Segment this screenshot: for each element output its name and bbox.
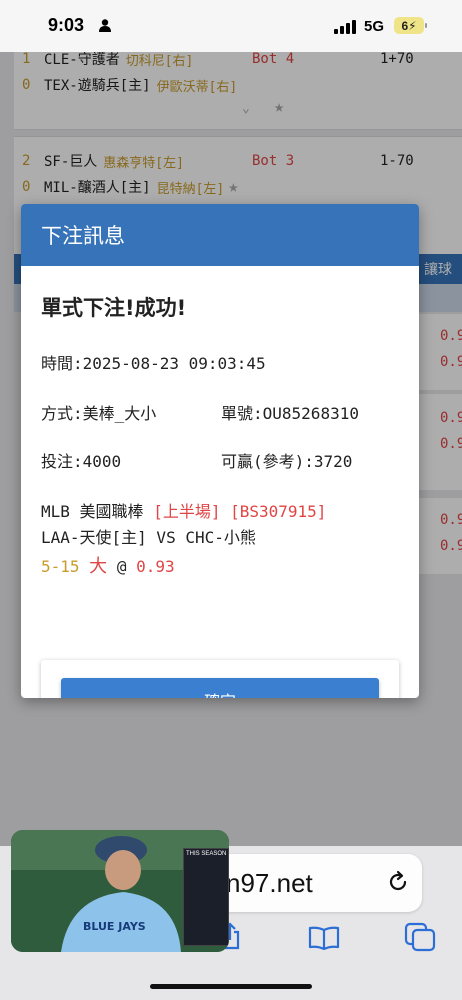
pick-label: 大 xyxy=(89,556,108,577)
at-symbol: @ xyxy=(116,557,127,576)
dialog-header: 下注訊息 xyxy=(21,204,419,266)
dialog-title: 下注訊息 xyxy=(41,224,125,248)
ticket-value: OU85268310 xyxy=(262,404,359,423)
period-label: [上半場] xyxy=(153,502,221,521)
odds-value: 0.93 xyxy=(136,557,175,576)
picture-in-picture-video[interactable]: BLUE JAYS THIS SEASON xyxy=(11,830,229,952)
stake-value: 4000 xyxy=(82,452,122,471)
win-value: 3720 xyxy=(313,452,353,471)
bet-method: 方式:美棒_大小 xyxy=(41,400,156,424)
status-time: 9:03 xyxy=(48,15,85,35)
game-code: [BS307915] xyxy=(230,502,327,521)
reload-icon[interactable] xyxy=(386,870,410,894)
success-message: 單式下注!成功! xyxy=(41,296,187,320)
stats-overlay: THIS SEASON xyxy=(183,848,229,946)
league-name: MLB 美國職棒 xyxy=(41,502,144,521)
status-bar: 9:03 5G 6 ⚡ xyxy=(0,0,462,52)
button-container: 確定 xyxy=(41,660,399,698)
signal-icon xyxy=(334,20,356,34)
battery-icon: 6 ⚡ xyxy=(394,17,427,34)
bookmarks-icon[interactable] xyxy=(308,926,340,950)
ticket-label: 單號: xyxy=(221,404,263,423)
confirm-button[interactable]: 確定 xyxy=(61,678,379,698)
time-value: 2025-08-23 09:03:45 xyxy=(82,354,266,373)
stake-label: 投注: xyxy=(41,452,83,471)
tabs-icon[interactable] xyxy=(404,922,436,952)
score-line: 5-15 xyxy=(41,557,80,576)
method-label: 方式: xyxy=(41,404,83,423)
stake: 投注:4000 xyxy=(41,448,121,472)
matchup: LAA-天使[主] VS CHC-小熊 xyxy=(41,528,256,547)
method-value: 美棒_大小 xyxy=(82,404,157,423)
stats-title: THIS SEASON xyxy=(186,851,227,857)
home-indicator xyxy=(150,984,312,989)
url-text: n97.net xyxy=(226,868,313,898)
bet-info-dialog: 下注訊息 單式下注!成功! 時間:2025-08-23 09:03:45 方式:… xyxy=(21,204,419,698)
win-label: 可贏(參考): xyxy=(221,452,314,471)
battery-level: 6 xyxy=(401,18,409,33)
svg-text:BLUE JAYS: BLUE JAYS xyxy=(83,920,146,933)
potential-win: 可贏(參考):3720 xyxy=(221,448,352,472)
league-line: MLB 美國職棒 [上半場] [BS307915] xyxy=(41,498,326,522)
bet-time: 時間:2025-08-23 09:03:45 xyxy=(41,350,266,374)
person-icon xyxy=(99,19,111,32)
time-label: 時間: xyxy=(41,354,83,373)
selection-line: 5-15 大 @ 0.93 xyxy=(41,552,175,578)
ticket-number: 單號:OU85268310 xyxy=(221,400,359,424)
network-label: 5G xyxy=(364,18,385,35)
